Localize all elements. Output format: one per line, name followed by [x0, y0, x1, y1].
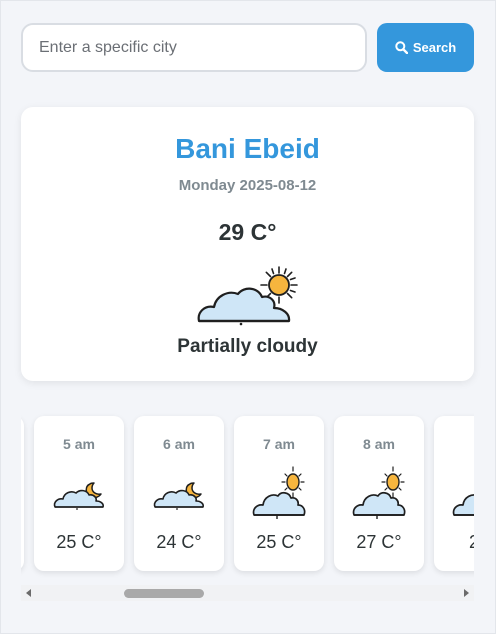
search-icon [395, 41, 408, 54]
hour-card: 8 am 27 C° [334, 416, 424, 571]
hour-time: 9 [434, 436, 474, 452]
hour-card: 7 am 25 C° [234, 416, 324, 571]
current-weather-card: Bani Ebeid Monday 2025-08-12 29 C° Parti… [21, 107, 474, 381]
partly-cloudy-day-icon [197, 266, 298, 326]
scroll-right-arrow-icon[interactable] [464, 589, 469, 597]
city-name: Bani Ebeid [175, 133, 320, 164]
cloud-sun-icon [352, 466, 406, 519]
hour-card [21, 416, 24, 571]
current-temperature: 29 C° [218, 219, 277, 245]
horizontal-scrollbar[interactable] [21, 585, 474, 601]
hour-temperature: 29 [468, 532, 474, 552]
search-input[interactable] [21, 23, 367, 72]
hour-temperature: 27 C° [356, 532, 402, 552]
search-bar: Search [21, 23, 474, 72]
hour-card: 9 29 [434, 416, 474, 571]
hour-temperature: 24 C° [156, 532, 202, 552]
hour-temperature: 25 C° [256, 532, 302, 552]
search-button[interactable]: Search [377, 23, 474, 72]
hour-time: 6 am [163, 436, 195, 452]
current-date: Monday 2025-08-12 [178, 177, 317, 194]
cloud-moon-icon [53, 482, 104, 510]
search-button-label: Search [412, 40, 457, 55]
hour-card: 6 am 24 C° [134, 416, 224, 571]
cloud-moon-icon [153, 482, 204, 510]
cloud-sun-icon [452, 494, 474, 516]
hour-time: 7 am [263, 436, 295, 452]
cloud-sun-icon [252, 466, 306, 519]
weather-condition: Partially cloudy [177, 336, 318, 357]
hourly-forecast-strip[interactable]: 5 am 25 C° 6 am 24 C° 7 am 25 C° 8 am 27… [21, 409, 474, 583]
hour-card: 5 am 25 C° [34, 416, 124, 571]
hour-time: 5 am [63, 436, 95, 452]
weather-app: Search Bani Ebeid Monday 2025-08-12 29 C… [0, 0, 496, 634]
scrollbar-thumb[interactable] [124, 589, 204, 598]
scroll-left-arrow-icon[interactable] [26, 589, 31, 597]
hour-time: 8 am [363, 436, 395, 452]
hour-temperature: 25 C° [56, 532, 102, 552]
